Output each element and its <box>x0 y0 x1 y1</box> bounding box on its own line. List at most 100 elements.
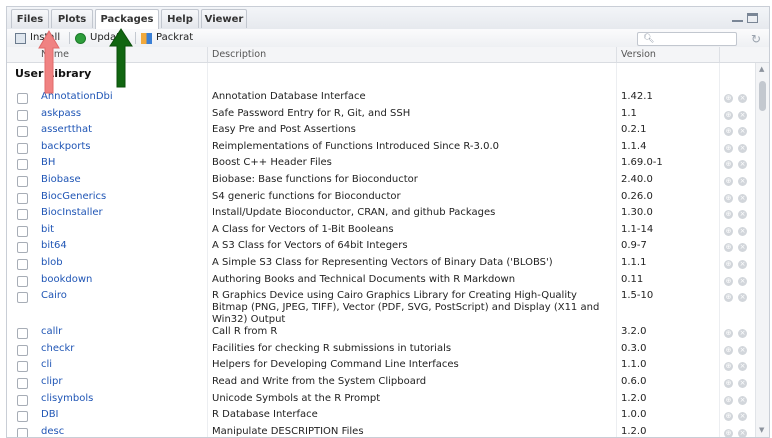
package-name-link[interactable]: askpass <box>41 108 81 119</box>
package-name-link[interactable]: cli <box>41 359 52 370</box>
package-name-link[interactable]: BiocGenerics <box>41 191 106 202</box>
package-checkbox[interactable] <box>17 259 28 270</box>
package-name-link[interactable]: bookdown <box>41 274 92 285</box>
remove-icon[interactable]: × <box>738 177 747 186</box>
package-name-link[interactable]: clisymbols <box>41 393 93 404</box>
globe-icon[interactable]: ⊕ <box>724 177 733 186</box>
package-name-link[interactable]: checkr <box>41 343 74 354</box>
globe-icon[interactable]: ⊕ <box>724 210 733 220</box>
package-name-link[interactable]: Cairo <box>41 290 67 301</box>
packrat-button[interactable]: Packrat <box>141 30 199 46</box>
package-checkbox[interactable] <box>17 109 28 121</box>
package-checkbox[interactable] <box>17 361 28 373</box>
package-checkbox[interactable] <box>17 378 28 389</box>
package-name-link[interactable]: BH <box>41 157 55 168</box>
package-checkbox[interactable] <box>17 242 28 254</box>
table-row: desc Manipulate DESCRIPTION Files 1.2.0 ⊕ × <box>7 425 755 437</box>
packrat-icon <box>141 33 152 44</box>
minimize-icon[interactable] <box>732 13 743 22</box>
globe-icon[interactable]: ⊕ <box>724 143 733 153</box>
package-name-link[interactable]: assertthat <box>41 124 92 135</box>
column-header-description[interactable]: Description <box>212 47 266 62</box>
package-name-link[interactable]: DBI <box>41 409 59 420</box>
package-checkbox[interactable] <box>17 126 28 138</box>
globe-icon[interactable]: ⊕ <box>724 362 733 372</box>
remove-icon[interactable]: × <box>738 329 747 339</box>
package-name-link[interactable]: backports <box>41 141 90 152</box>
tab-packages[interactable]: Packages <box>95 9 159 30</box>
tab-plots[interactable]: Plots <box>51 9 93 28</box>
globe-icon[interactable]: ⊕ <box>724 226 733 236</box>
package-checkbox[interactable] <box>17 292 28 304</box>
package-checkbox[interactable] <box>17 176 28 187</box>
remove-icon[interactable]: × <box>738 379 747 388</box>
globe-icon[interactable]: ⊕ <box>724 110 733 120</box>
globe-icon[interactable]: ⊕ <box>724 428 733 437</box>
package-checkbox[interactable] <box>17 159 28 171</box>
remove-icon[interactable]: × <box>738 94 747 103</box>
remove-icon[interactable]: × <box>738 110 747 120</box>
remove-icon[interactable]: × <box>738 362 747 372</box>
package-name-link[interactable]: clipr <box>41 376 63 387</box>
scroll-up-icon[interactable]: ▲ <box>759 66 764 73</box>
globe-icon[interactable]: ⊕ <box>724 329 733 339</box>
globe-icon[interactable]: ⊕ <box>724 94 733 103</box>
globe-icon[interactable]: ⊕ <box>724 193 733 203</box>
package-checkbox[interactable] <box>17 427 28 437</box>
remove-icon[interactable]: × <box>738 412 747 422</box>
package-checkbox[interactable] <box>17 192 28 204</box>
package-name-link[interactable]: desc <box>41 426 64 437</box>
globe-icon[interactable]: ⊕ <box>724 276 733 286</box>
remove-icon[interactable]: × <box>738 160 747 170</box>
refresh-icon[interactable]: ↻ <box>749 32 763 46</box>
globe-icon[interactable]: ⊕ <box>724 260 733 269</box>
column-header-version[interactable]: Version <box>621 47 656 62</box>
vertical-scrollbar[interactable]: ▲ ▼ <box>755 63 769 437</box>
globe-icon[interactable]: ⊕ <box>724 243 733 253</box>
remove-icon[interactable]: × <box>738 127 747 137</box>
package-checkbox[interactable] <box>17 93 28 104</box>
scrollbar-thumb[interactable] <box>759 81 766 111</box>
remove-icon[interactable]: × <box>738 243 747 253</box>
package-checkbox[interactable] <box>17 394 28 406</box>
maximize-icon[interactable] <box>747 13 758 23</box>
tab-help[interactable]: Help <box>161 9 199 28</box>
remove-icon[interactable]: × <box>738 276 747 286</box>
remove-icon[interactable]: × <box>738 260 747 269</box>
remove-icon[interactable]: × <box>738 395 747 405</box>
remove-icon[interactable]: × <box>738 345 747 355</box>
package-name-link[interactable]: callr <box>41 326 62 337</box>
globe-icon[interactable]: ⊕ <box>724 160 733 170</box>
globe-icon[interactable]: ⊕ <box>724 412 733 422</box>
package-checkbox[interactable] <box>17 142 28 154</box>
package-checkbox[interactable] <box>17 225 28 237</box>
remove-icon[interactable]: × <box>738 143 747 153</box>
package-name-link[interactable]: blob <box>41 257 63 268</box>
globe-icon[interactable]: ⊕ <box>724 379 733 388</box>
globe-icon[interactable]: ⊕ <box>724 293 733 303</box>
tab-files[interactable]: Files <box>11 9 49 28</box>
remove-icon[interactable]: × <box>738 210 747 220</box>
package-name-link[interactable]: bit64 <box>41 240 67 251</box>
package-name-link[interactable]: BiocInstaller <box>41 207 103 218</box>
remove-icon[interactable]: × <box>738 428 747 437</box>
toolbar-divider <box>135 32 136 44</box>
table-row: Biobase Biobase: Base functions for Bioco… <box>7 173 755 190</box>
globe-icon[interactable]: ⊕ <box>724 395 733 405</box>
remove-icon[interactable]: × <box>738 226 747 236</box>
search-input[interactable]: 🔍︎ <box>637 32 737 46</box>
globe-icon[interactable]: ⊕ <box>724 127 733 137</box>
remove-icon[interactable]: × <box>738 193 747 203</box>
package-name-link[interactable]: bit <box>41 224 54 235</box>
table-row: DBI R Database Interface 1.0.0 ⊕ × <box>7 408 755 425</box>
tab-viewer[interactable]: Viewer <box>201 9 247 28</box>
globe-icon[interactable]: ⊕ <box>724 345 733 355</box>
package-checkbox[interactable] <box>17 275 28 287</box>
package-checkbox[interactable] <box>17 209 28 221</box>
package-checkbox[interactable] <box>17 344 28 356</box>
scroll-down-icon[interactable]: ▼ <box>759 427 764 434</box>
package-checkbox[interactable] <box>17 411 28 423</box>
package-checkbox[interactable] <box>17 328 28 340</box>
package-name-link[interactable]: Biobase <box>41 174 81 185</box>
remove-icon[interactable]: × <box>738 293 747 303</box>
